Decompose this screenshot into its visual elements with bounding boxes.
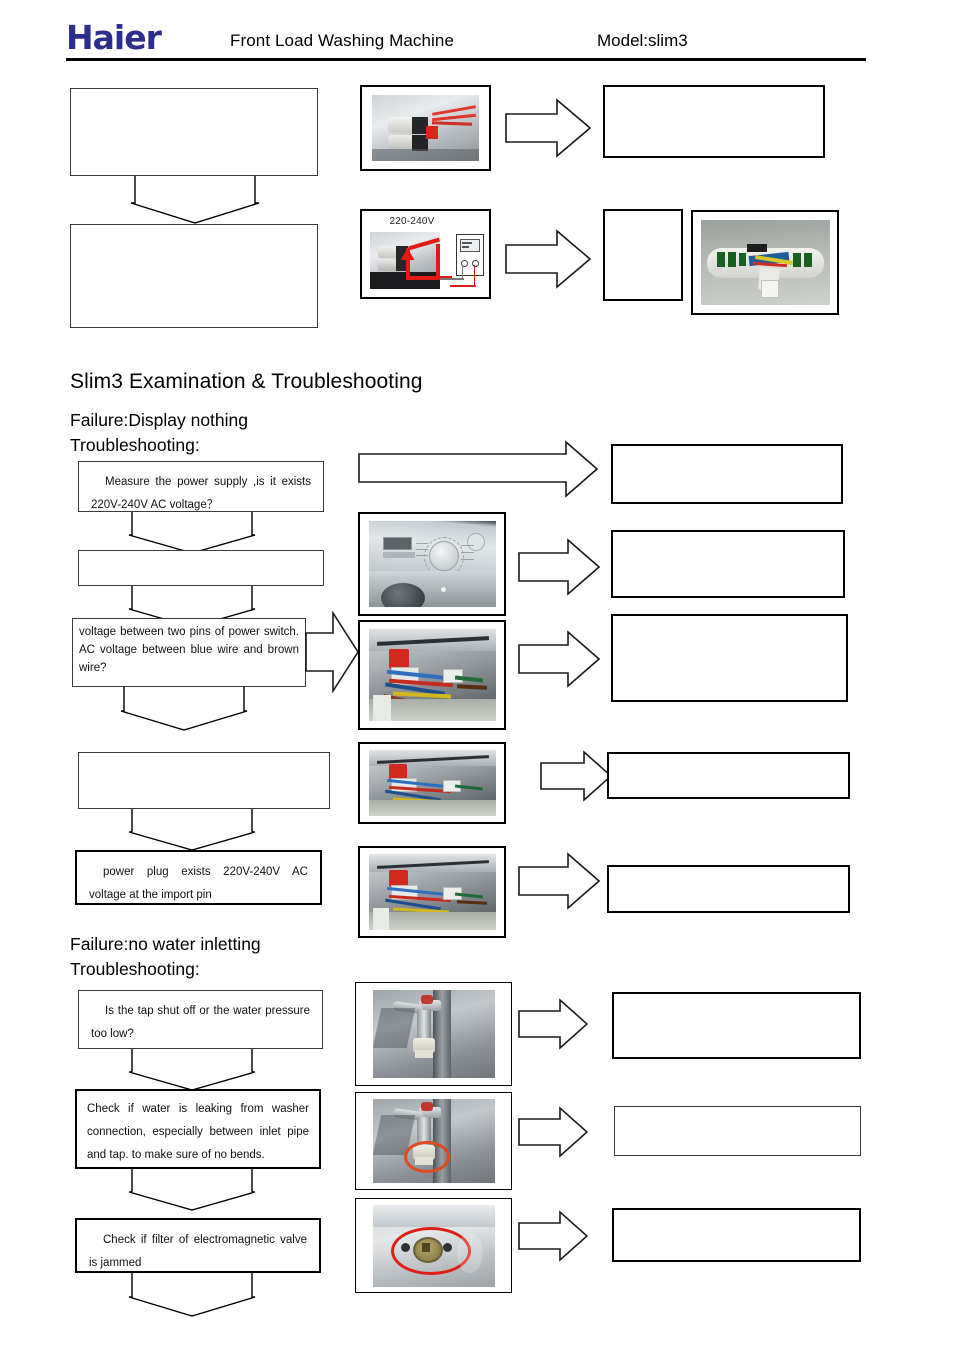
f1-result-2-text bbox=[613, 532, 843, 596]
f1-result-1-text bbox=[613, 446, 841, 502]
right-arrow-icon bbox=[540, 750, 612, 802]
f1-step-3-box: voltage between two pins of power switch… bbox=[72, 618, 306, 687]
wiring-harness-photo-frame-1 bbox=[358, 620, 506, 730]
f2-result-2-text bbox=[615, 1107, 860, 1155]
voltage-measure-photo: 220-240V bbox=[367, 216, 484, 292]
f1-result-3-box bbox=[611, 614, 848, 702]
right-arrow-icon bbox=[518, 1210, 588, 1262]
f1-step-2-text bbox=[79, 551, 323, 585]
header-model: Model:slim3 bbox=[597, 31, 688, 50]
wiring-harness-photo bbox=[368, 629, 496, 721]
solenoid-valve-photo-frame bbox=[360, 85, 491, 171]
f1-step-1-text: Measure the power supply ,is it exists 2… bbox=[91, 476, 311, 511]
down-arrow-icon bbox=[130, 175, 260, 225]
failure-2-troubleshooting-label: Troubleshooting: bbox=[70, 959, 200, 979]
water-tap-photo bbox=[372, 990, 495, 1078]
right-arrow-icon bbox=[358, 440, 598, 498]
down-arrow-icon bbox=[128, 1168, 256, 1212]
water-tap-connection-photo-frame bbox=[355, 1092, 512, 1190]
f1-result-1-box bbox=[611, 444, 843, 504]
solenoid-valve-photo bbox=[372, 95, 479, 161]
top-flow-result-2 bbox=[603, 209, 683, 301]
top-flow-result-2-text bbox=[605, 211, 681, 299]
top-flow-result-1 bbox=[603, 85, 825, 158]
valve-filter-photo bbox=[372, 1204, 495, 1287]
f2-step-1-text: Is the tap shut off or the water pressur… bbox=[91, 1005, 310, 1040]
right-arrow-icon bbox=[505, 227, 591, 291]
right-arrow-icon bbox=[505, 96, 591, 160]
right-arrow-icon bbox=[305, 611, 359, 693]
f1-result-5-box bbox=[607, 865, 850, 913]
voltage-photo-label: 220-240V bbox=[389, 216, 435, 227]
f1-step-4-text bbox=[79, 753, 329, 808]
f2-result-1-text bbox=[614, 994, 859, 1057]
pcb-board-photo bbox=[700, 220, 830, 305]
right-arrow-icon bbox=[518, 998, 588, 1050]
right-arrow-icon bbox=[518, 538, 600, 596]
haier-logo: Haier bbox=[66, 18, 162, 57]
wiring-harness-photo bbox=[368, 854, 496, 930]
down-arrow-icon bbox=[128, 1272, 256, 1318]
f2-step-3-box: Check if filter of electromagnetic valve… bbox=[75, 1218, 321, 1273]
down-arrow-icon bbox=[120, 686, 248, 732]
right-arrow-icon bbox=[518, 630, 600, 688]
f1-step-1-box: Measure the power supply ,is it exists 2… bbox=[78, 461, 324, 512]
top-flow-box-2 bbox=[70, 224, 318, 328]
section-heading: Slim3 Examination & Troubleshooting bbox=[70, 370, 423, 393]
header-title: Front Load Washing Machine bbox=[230, 31, 455, 50]
header-divider bbox=[66, 58, 866, 61]
down-arrow-icon bbox=[128, 808, 256, 852]
failure-2-label: Failure:no water inletting bbox=[70, 934, 261, 954]
wiring-harness-photo-frame-3 bbox=[358, 846, 506, 938]
highlight-ellipse bbox=[403, 1141, 450, 1173]
failure-1-troubleshooting-label: Troubleshooting: bbox=[70, 435, 200, 455]
f1-step-3-text: voltage between two pins of power switch… bbox=[79, 626, 299, 674]
top-flow-box-2-text bbox=[71, 225, 317, 327]
f1-result-4-box bbox=[607, 752, 850, 799]
f1-result-3-text bbox=[613, 616, 846, 700]
water-tap-connection-photo bbox=[372, 1099, 495, 1183]
right-arrow-icon bbox=[518, 852, 600, 910]
f2-step-2-box: Check if water is leaking from washer co… bbox=[75, 1089, 321, 1169]
top-flow-box-1 bbox=[70, 88, 318, 176]
failure-1-label: Failure:Display nothing bbox=[70, 410, 249, 430]
down-arrow-icon bbox=[128, 1048, 256, 1092]
wiring-harness-photo bbox=[368, 750, 496, 816]
right-arrow-icon bbox=[518, 1106, 588, 1158]
voltage-measure-photo-frame: 220-240V bbox=[360, 209, 491, 299]
f2-result-3-box bbox=[612, 1208, 861, 1262]
washer-control-panel-photo bbox=[368, 521, 496, 607]
f1-result-4-text bbox=[609, 754, 848, 797]
water-tap-photo-frame-1 bbox=[355, 982, 512, 1086]
document-page: Haier Front Load Washing Machine Model:s… bbox=[0, 0, 954, 1350]
washer-control-panel-photo-frame bbox=[358, 512, 506, 616]
valve-filter-photo-frame bbox=[355, 1198, 512, 1293]
top-flow-result-1-text bbox=[605, 87, 823, 156]
down-arrow-icon bbox=[128, 511, 256, 555]
f2-step-2-text: Check if water is leaking from washer co… bbox=[87, 1103, 309, 1161]
f1-step-5-text: power plug exists 220V-240V AC voltage a… bbox=[89, 866, 308, 901]
wiring-harness-photo-frame-2 bbox=[358, 742, 506, 824]
page-header: Haier Front Load Washing Machine Model:s… bbox=[0, 0, 954, 66]
f2-result-3-text bbox=[614, 1210, 859, 1260]
f2-step-1-box: Is the tap shut off or the water pressur… bbox=[78, 990, 323, 1049]
f1-step-2-box bbox=[78, 550, 324, 586]
top-flow-box-1-text bbox=[71, 89, 317, 175]
f2-result-2-box bbox=[614, 1106, 861, 1156]
f2-step-3-text: Check if filter of electromagnetic valve… bbox=[89, 1234, 307, 1269]
pcb-board-photo-frame bbox=[691, 210, 839, 315]
f1-step-4-box bbox=[78, 752, 330, 809]
f2-result-1-box bbox=[612, 992, 861, 1059]
f1-result-5-text bbox=[609, 867, 848, 911]
f1-step-5-box: power plug exists 220V-240V AC voltage a… bbox=[75, 850, 322, 905]
f1-result-2-box bbox=[611, 530, 845, 598]
